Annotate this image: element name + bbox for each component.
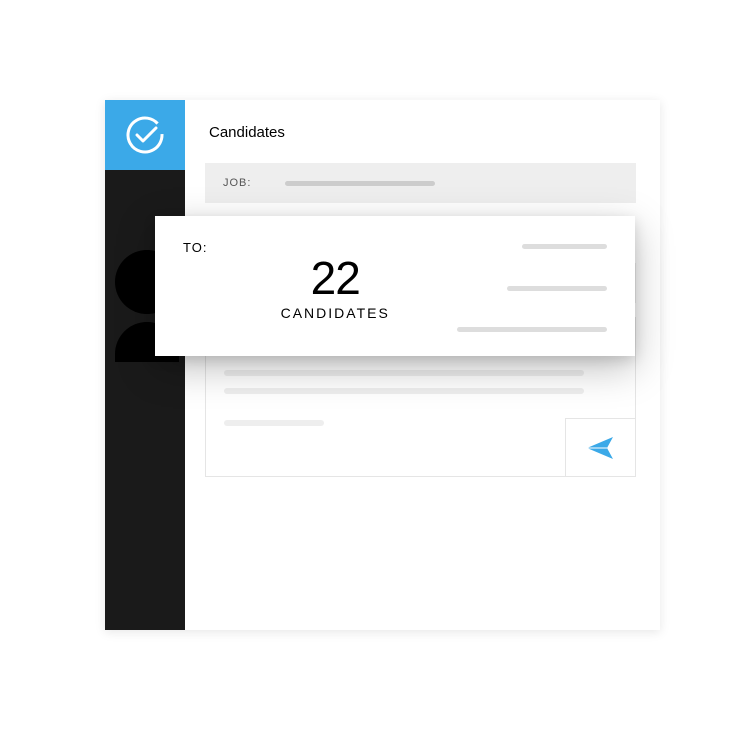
to-recipients-card[interactable]: TO: 22 CANDIDATES [155, 216, 635, 356]
to-label: TO: [183, 240, 207, 340]
body-text-placeholder [224, 388, 584, 394]
job-label: JOB: [223, 177, 261, 189]
page-title: Candidates [209, 124, 636, 141]
logo[interactable] [105, 100, 185, 170]
recipient-placeholder [522, 244, 607, 249]
recipient-placeholder [457, 327, 607, 332]
main-content: Candidates JOB: TEMPLATE: [185, 100, 660, 630]
body-text-placeholder [224, 420, 324, 426]
body-text-placeholder [224, 370, 584, 376]
to-count: 22 [311, 255, 360, 301]
job-field[interactable]: JOB: [205, 163, 636, 203]
to-recipients-list [457, 236, 607, 340]
sidebar [105, 100, 185, 630]
job-value-placeholder [285, 181, 435, 186]
to-unit: CANDIDATES [281, 305, 390, 321]
recipient-placeholder [507, 286, 607, 291]
send-button[interactable] [565, 418, 635, 476]
logo-icon [123, 113, 167, 157]
send-icon [585, 432, 617, 464]
app-window: Candidates JOB: TEMPLATE: [105, 100, 660, 630]
to-count-block: 22 CANDIDATES [217, 236, 447, 340]
